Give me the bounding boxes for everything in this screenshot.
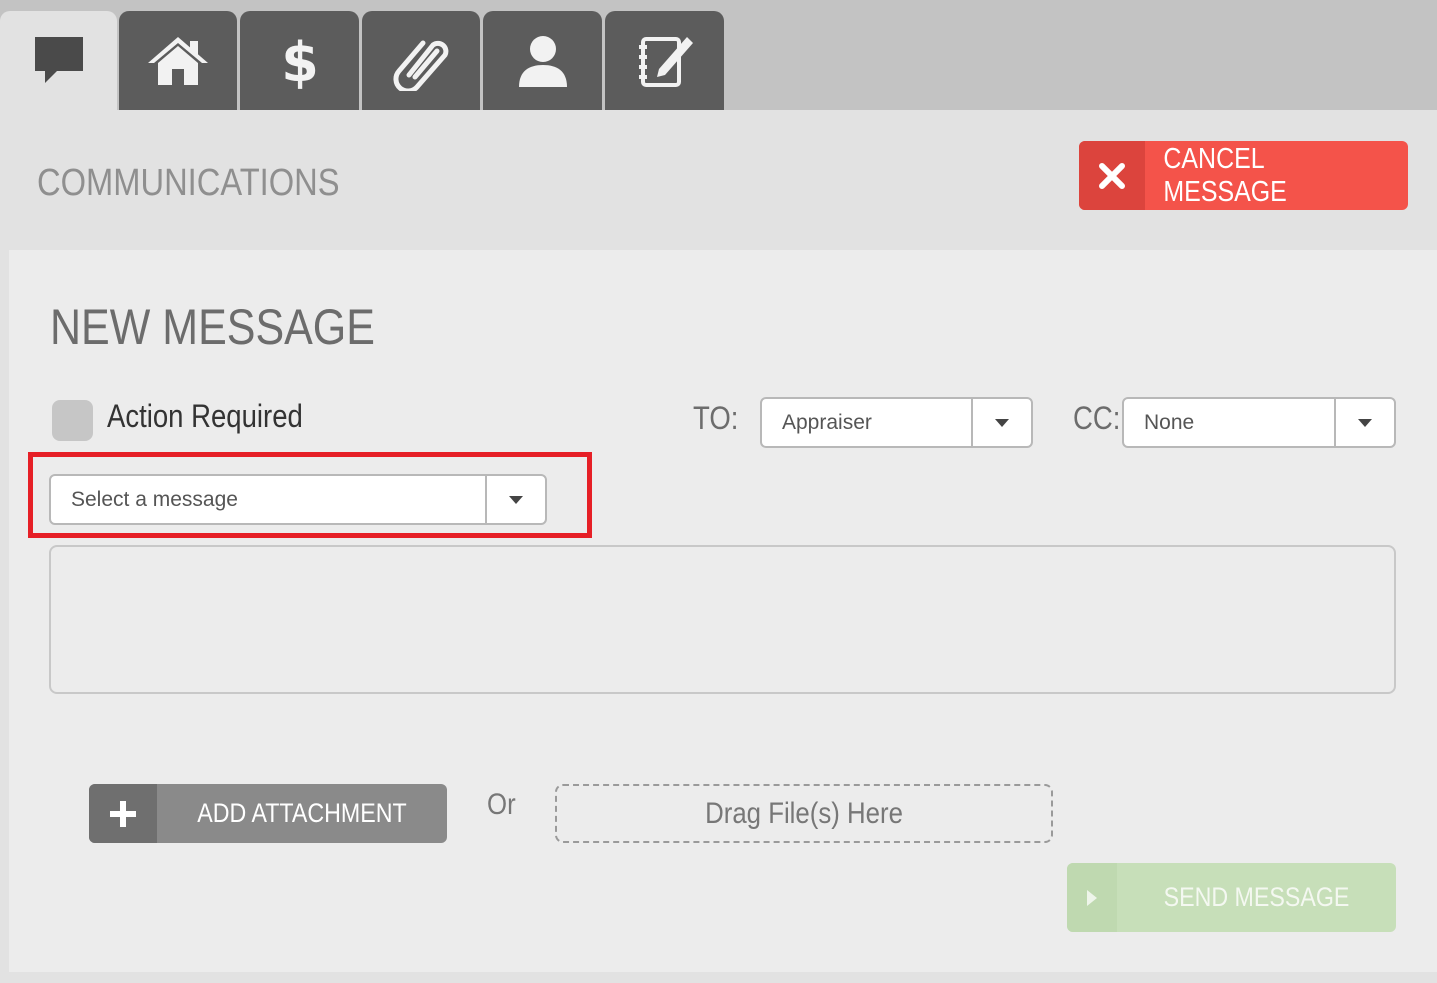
cc-select[interactable]: None <box>1122 397 1396 448</box>
send-message-label: SEND MESSAGE <box>1163 882 1350 912</box>
cancel-message-label: CANCEL MESSAGE <box>1163 142 1287 208</box>
tab-communications[interactable] <box>0 11 117 110</box>
message-template-caret[interactable] <box>485 476 545 523</box>
svg-text:$: $ <box>281 31 319 91</box>
message-body-textarea[interactable] <box>49 545 1396 694</box>
send-message-button[interactable]: SEND MESSAGE <box>1067 863 1396 932</box>
cancel-message-button[interactable]: CANCEL MESSAGE <box>1079 141 1408 210</box>
notepad-pen-icon <box>638 36 693 87</box>
to-label: TO: <box>693 400 739 436</box>
cc-select-value: None <box>1144 410 1195 434</box>
page-title: COMMUNICATIONS <box>37 162 340 204</box>
or-text: Or <box>487 788 516 821</box>
cancel-icon-area <box>1079 141 1145 210</box>
tab-bar: $ <box>0 0 1437 110</box>
dropzone-label: Drag File(s) Here <box>705 796 903 830</box>
add-attachment-button[interactable]: ADD ATTACHMENT <box>89 784 447 843</box>
section-title: NEW MESSAGE <box>50 299 375 355</box>
to-select-value: Appraiser <box>782 410 872 434</box>
add-icon-area <box>89 784 157 843</box>
to-select[interactable]: Appraiser <box>760 397 1033 448</box>
cc-select-caret[interactable] <box>1334 399 1394 446</box>
chevron-down-icon <box>995 418 1009 427</box>
dollar-icon: $ <box>281 31 319 91</box>
new-message-panel: NEW MESSAGE Action Required TO: Appraise… <box>9 250 1437 972</box>
tab-contacts[interactable] <box>483 11 602 110</box>
cc-label: CC: <box>1073 400 1121 436</box>
page-header: COMMUNICATIONS CANCEL MESSAGE <box>0 110 1437 250</box>
tab-notes[interactable] <box>605 11 724 110</box>
add-attachment-label: ADD ATTACHMENT <box>197 798 407 828</box>
to-select-caret[interactable] <box>971 399 1031 446</box>
tab-attachments[interactable] <box>362 11 480 110</box>
chat-bubble-icon <box>34 36 83 83</box>
message-template-select[interactable]: Select a message <box>49 474 547 525</box>
file-dropzone[interactable]: Drag File(s) Here <box>555 784 1053 843</box>
action-required-label: Action Required <box>107 398 303 434</box>
paperclip-icon <box>393 40 449 91</box>
message-template-value: Select a message <box>71 487 238 511</box>
chevron-down-icon <box>509 495 523 504</box>
close-icon <box>1099 162 1125 189</box>
action-required-checkbox[interactable] <box>52 400 93 441</box>
send-icon-area <box>1067 863 1117 932</box>
home-icon <box>148 36 208 85</box>
chevron-down-icon <box>1358 418 1372 427</box>
play-icon <box>1087 889 1097 906</box>
tab-property[interactable] <box>119 11 237 110</box>
plus-icon <box>110 800 136 827</box>
user-icon <box>518 35 567 87</box>
tab-billing[interactable]: $ <box>240 11 359 110</box>
